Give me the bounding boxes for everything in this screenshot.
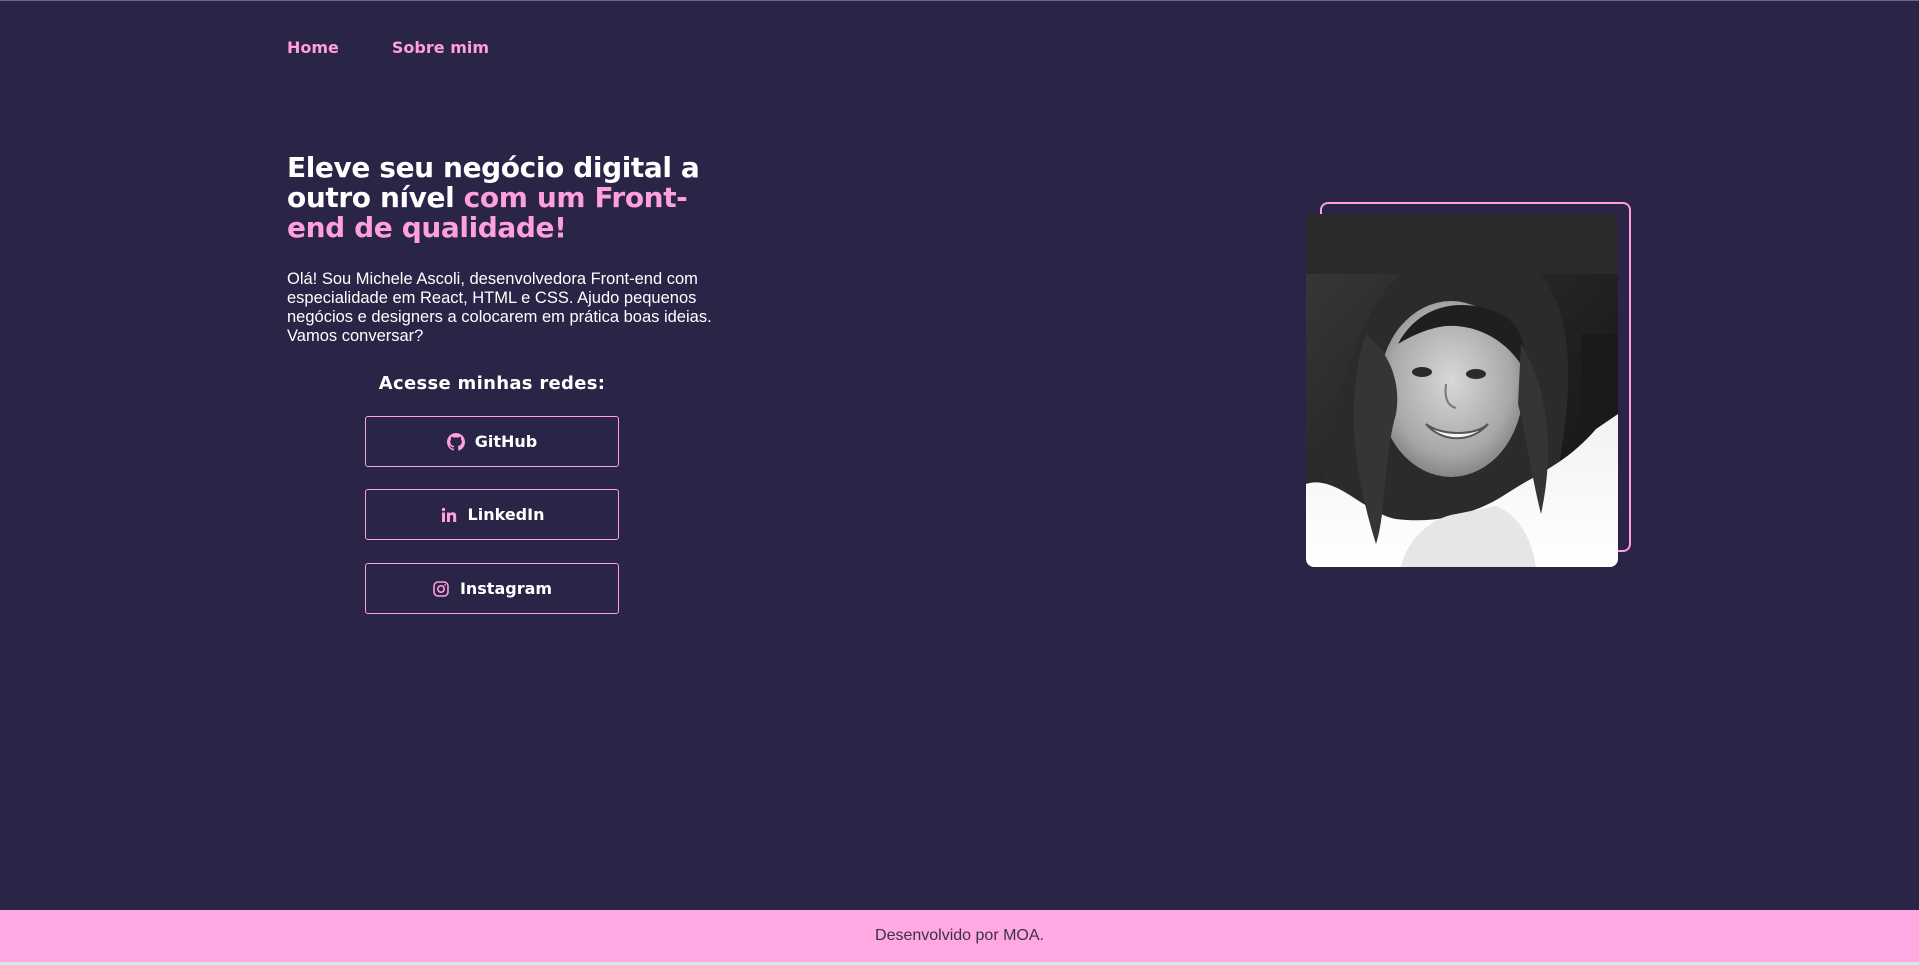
instagram-icon: [432, 580, 450, 598]
linkedin-label: LinkedIn: [467, 505, 545, 524]
instagram-button[interactable]: Instagram: [365, 563, 619, 614]
social-heading: Acesse minhas redes:: [378, 373, 606, 394]
instagram-label: Instagram: [459, 579, 553, 598]
linkedin-icon: [440, 506, 458, 524]
nav-home-link[interactable]: Home: [287, 38, 339, 57]
linkedin-button[interactable]: LinkedIn: [365, 489, 619, 540]
hero-title: Eleve seu negócio digital a outro nível …: [287, 153, 717, 243]
github-button[interactable]: GitHub: [365, 416, 619, 467]
profile-photo: [1306, 214, 1618, 567]
nav-about-link[interactable]: Sobre mim: [392, 38, 489, 57]
page-background: Home Sobre mim Eleve seu negócio digital…: [0, 0, 1919, 910]
site-footer: Desenvolvido por MOA.: [0, 910, 1919, 962]
top-nav: Home Sobre mim: [287, 38, 489, 57]
github-label: GitHub: [474, 432, 538, 451]
intro-paragraph: Olá! Sou Michele Ascoli, desenvolvedora …: [287, 270, 712, 345]
github-icon: [446, 432, 465, 451]
footer-credit: Desenvolvido por MOA.: [875, 927, 1044, 944]
